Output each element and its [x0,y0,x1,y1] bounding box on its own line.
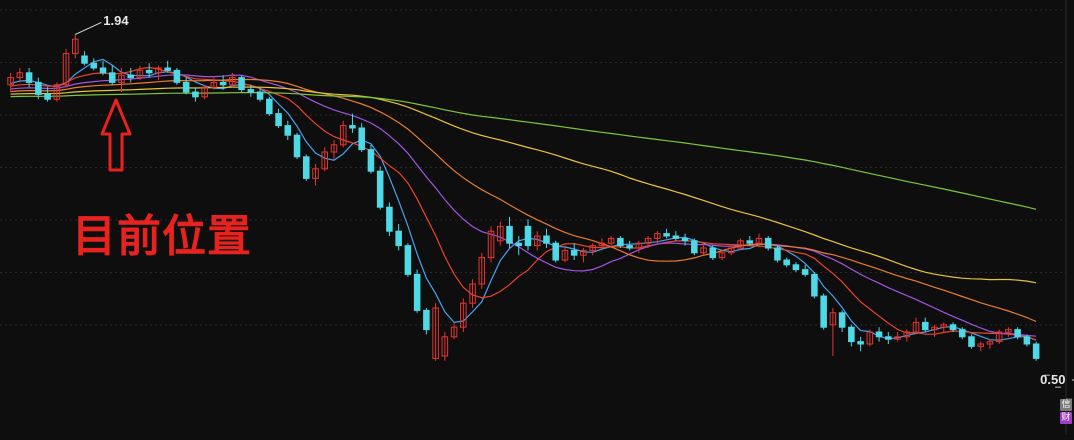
candle-body [395,230,402,247]
candle-body [173,69,181,83]
candle-body [820,295,827,328]
candle-body [275,113,282,127]
candle-body [164,67,171,71]
candle-body [672,235,680,239]
candle-body [145,69,153,74]
candle-body [691,240,698,254]
candle-body [663,233,670,237]
candle-body [108,72,116,83]
candle-body [367,149,375,172]
candle-body [127,74,134,79]
candle-body [358,127,365,151]
candle-body [524,225,532,247]
candle-body [25,72,33,83]
candle-body [1032,343,1040,359]
candle-body [1023,336,1031,345]
candle-body [792,264,800,271]
credit-badge[interactable]: 信 [1060,399,1072,411]
candle-body [811,273,818,297]
candle-body [81,55,88,64]
candle-body [219,81,227,86]
candle-body [848,326,855,343]
candle-body [413,273,421,311]
candle-body [958,329,966,338]
ma-line-120 [10,91,1037,210]
up-arrow-icon [100,98,132,172]
high-price-label: 1.94 [103,13,129,29]
candle-body [857,341,864,345]
candle-body [626,245,633,249]
candle-body [182,81,190,93]
candle-body [266,98,273,115]
candle-body [801,269,809,275]
high-leader-line [75,21,102,35]
candle-body [506,225,513,244]
candle-body [293,134,301,158]
candle-body [570,249,578,256]
candle-body [44,93,51,100]
candle-body [376,170,384,208]
candle-body [423,309,430,331]
candle-body [256,91,264,100]
candle-body [386,206,393,232]
candle-body [284,125,292,136]
candle-body [746,240,754,244]
candle-body [404,245,412,275]
candle-body [302,156,310,179]
candle-body [238,77,245,91]
candle-body [99,67,107,74]
candle-body [709,247,717,259]
current-position-annotation: 目前位置 [72,211,252,262]
candle-body [774,247,781,261]
candle-body [968,336,975,347]
candle-body [543,235,550,244]
low-price-label: 0.50 [1040,372,1066,387]
candle-body [838,312,846,328]
candle-body [349,125,356,129]
candle-body [1014,329,1021,338]
finance-badge[interactable]: 财 [1060,412,1072,424]
candle-body [192,91,199,98]
candle-body [949,324,957,331]
candle-body [552,242,559,261]
candle-body [247,89,255,93]
candle-body [617,237,624,247]
candle-body [681,237,689,242]
candle-body [783,259,790,266]
candle-body [515,242,523,247]
candle-body [875,331,883,338]
candle-body [922,321,929,331]
candle-body [885,336,892,340]
candle-body [764,237,772,249]
candle-body [90,62,98,69]
candle-body [35,81,42,95]
